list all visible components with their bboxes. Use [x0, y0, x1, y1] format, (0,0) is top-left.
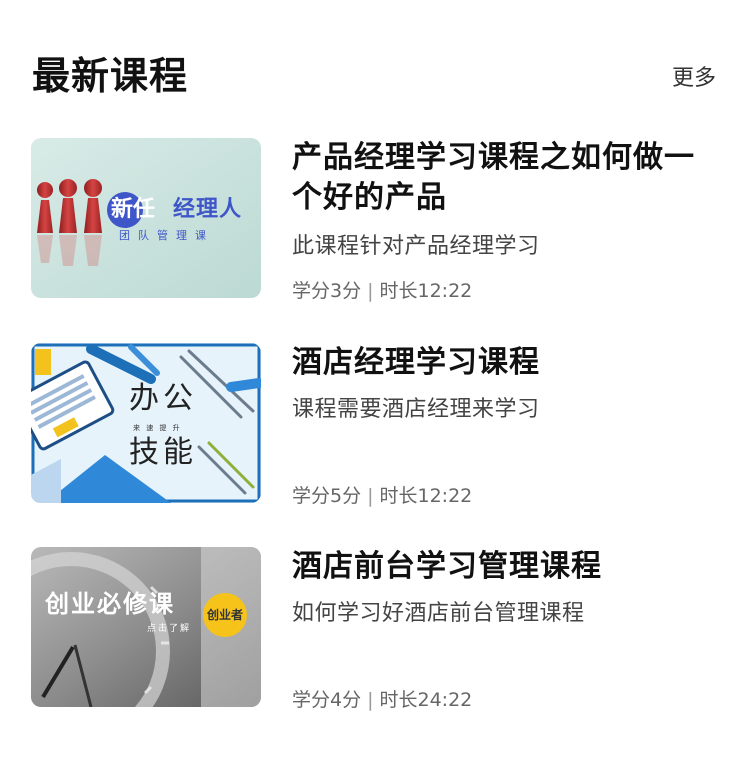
meta-divider: |: [367, 689, 374, 711]
thumb-badge: 创业者: [207, 608, 244, 622]
section-title: 最新课程: [32, 54, 189, 98]
course-card-3[interactable]: 创业必修课 创业者 点击了解 酒店前台学习管理课程 如何学习好酒店前台管理课程 …: [0, 547, 750, 711]
course-description: 课程需要酒店经理来学习: [292, 397, 540, 422]
meta-divider: |: [367, 280, 374, 302]
course-description: 如何学习好酒店前台管理课程: [292, 601, 585, 626]
thumb-small-text: 来 速 提 升: [133, 424, 182, 432]
section-header: 最新课程 更多: [0, 0, 750, 120]
thumb-subline: 团队管理课: [119, 229, 214, 242]
course-info-3: 酒店前台学习管理课程 如何学习好酒店前台管理课程 学分4分 | 时长24:22: [292, 547, 712, 711]
course-thumbnail-3[interactable]: 创业必修课 创业者 点击了解: [31, 547, 261, 707]
meta-divider: |: [367, 485, 374, 507]
course-card-1[interactable]: 新任 经理人 团队管理课 产品经理学习课程之如何做一个好的产品 此课程针对产品经…: [0, 138, 750, 302]
course-info-1: 产品经理学习课程之如何做一个好的产品 此课程针对产品经理学习 学分3分 | 时长12…: [292, 138, 712, 302]
course-duration: 时长24:22: [379, 689, 473, 711]
thumb-headline-rest: 经理人: [173, 197, 243, 222]
course-meta: 学分5分 | 时长12:22: [292, 483, 472, 509]
course-credits: 学分5分: [292, 485, 362, 507]
more-link[interactable]: 更多: [672, 64, 716, 94]
course-title[interactable]: 产品经理学习课程之如何做一个好的产品: [292, 138, 712, 218]
thumb-headline-blue: 新任: [111, 197, 156, 222]
course-title[interactable]: 酒店经理学习课程: [292, 343, 712, 383]
thumb-line2: 技能: [129, 435, 197, 470]
course-meta: 学分3分 | 时长12:22: [292, 278, 472, 304]
thumb-line1: 办公: [129, 381, 197, 416]
course-thumbnail-1[interactable]: 新任 经理人 团队管理课: [31, 138, 261, 298]
thumb-subline: 点击了解: [147, 624, 192, 634]
course-duration: 时长12:22: [379, 485, 473, 507]
course-thumbnail-2[interactable]: 办公 来 速 提 升 技能: [31, 343, 261, 503]
course-info-2: 酒店经理学习课程 课程需要酒店经理来学习 学分5分 | 时长12:22: [292, 343, 712, 507]
course-duration: 时长12:22: [379, 280, 473, 302]
course-credits: 学分3分: [292, 280, 362, 302]
course-credits: 学分4分: [292, 689, 362, 711]
thumb-headline: 创业必修课: [45, 590, 175, 618]
course-card-2[interactable]: 办公 来 速 提 升 技能 酒店经理学习课程 课程需要酒店经理来学习 学分5分 |…: [0, 343, 750, 507]
course-title[interactable]: 酒店前台学习管理课程: [292, 547, 712, 587]
course-meta: 学分4分 | 时长24:22: [292, 687, 472, 713]
course-description: 此课程针对产品经理学习: [292, 234, 540, 259]
